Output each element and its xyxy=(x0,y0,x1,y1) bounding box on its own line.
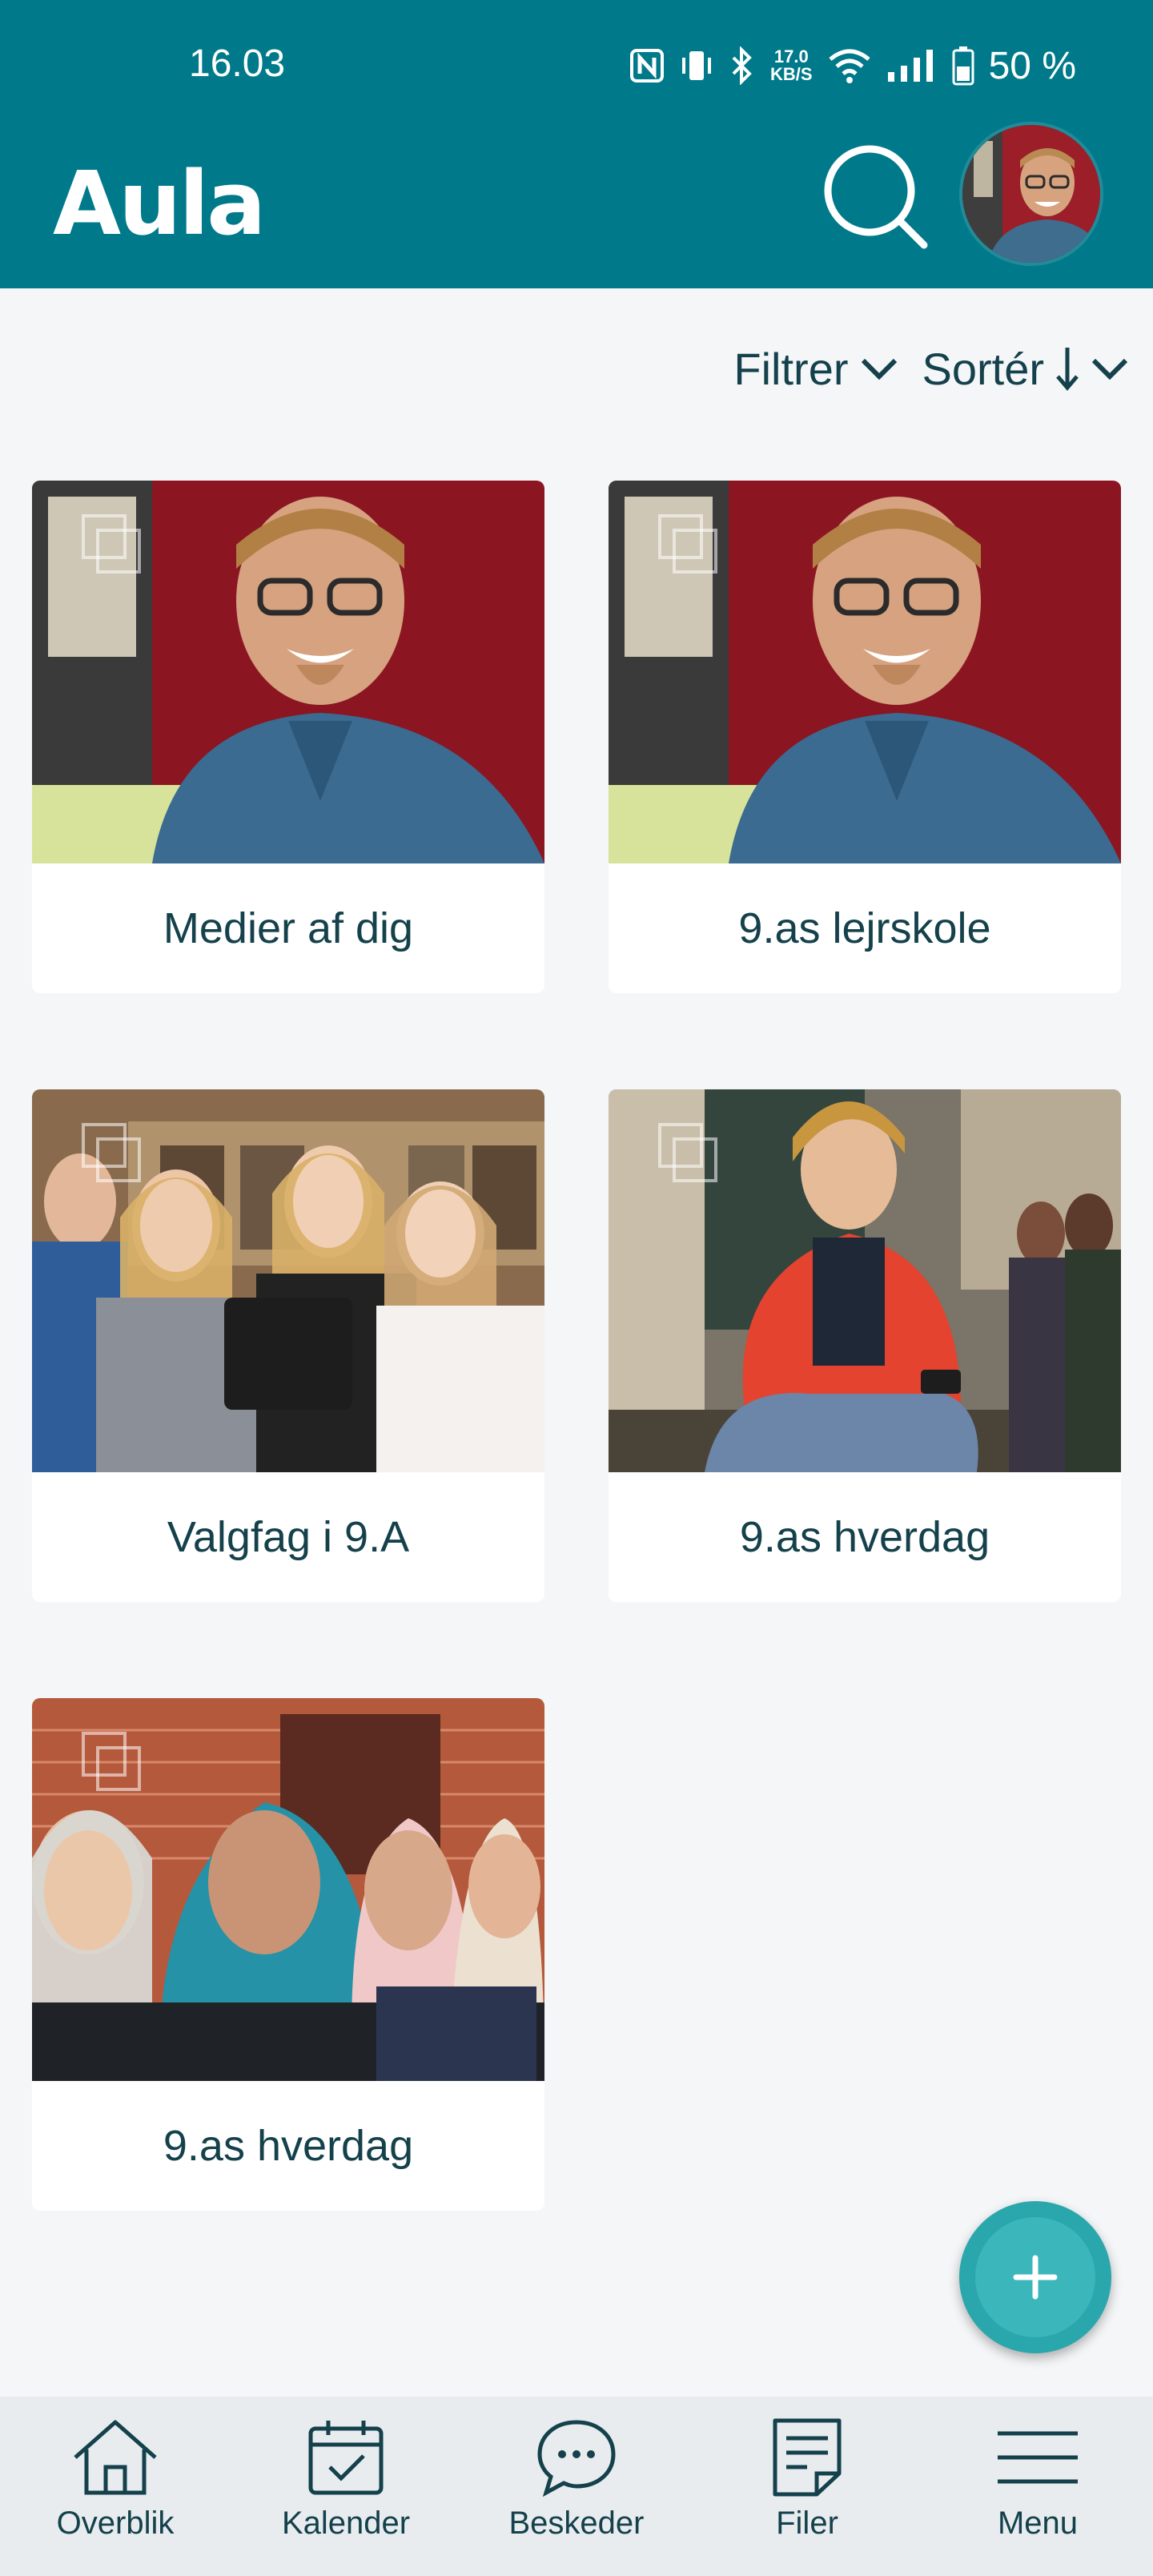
nav-item-menu[interactable]: Menu xyxy=(922,2397,1153,2576)
calendar-icon xyxy=(308,2421,384,2495)
sort-dropdown[interactable]: Sortér xyxy=(922,343,1130,395)
album-card[interactable]: 9.as hverdag xyxy=(32,1698,544,2211)
app-header: 16.03 17.0 KB/S 50 % Aula xyxy=(0,0,1153,288)
search-button[interactable] xyxy=(820,141,932,253)
nav-label: Overblik xyxy=(56,2506,175,2541)
avatar-photo xyxy=(962,125,1100,263)
search-icon xyxy=(824,145,928,249)
album-title: Valgfag i 9.A xyxy=(167,1513,410,1561)
wifi-icon xyxy=(828,49,870,83)
user-avatar[interactable] xyxy=(959,122,1103,266)
album-thumbnail xyxy=(609,1089,1121,1472)
nav-item-beskeder[interactable]: Beskeder xyxy=(461,2397,692,2576)
nfc-icon xyxy=(630,49,665,83)
album-title: 9.as hverdag xyxy=(739,1513,990,1561)
nav-item-kalender[interactable]: Kalender xyxy=(231,2397,461,2576)
network-speed: 17.0 KB/S xyxy=(770,46,813,84)
nav-label: Kalender xyxy=(281,2506,411,2541)
file-icon xyxy=(773,2418,842,2497)
bluetooth-icon xyxy=(732,46,752,85)
album-title: 9.as lejrskole xyxy=(738,904,991,952)
filter-sort-bar: Filtrer Sortér xyxy=(733,336,1129,400)
nav-label: Menu xyxy=(997,2506,1079,2541)
chat-icon xyxy=(537,2420,616,2498)
album-stack-icon xyxy=(82,514,141,574)
album-thumbnail xyxy=(32,1089,544,1472)
album-card[interactable]: 9.as lejrskole xyxy=(609,481,1121,993)
sort-label: Sortér xyxy=(922,343,1045,394)
status-time: 16.03 xyxy=(189,42,286,85)
album-overview-screen: 16.03 17.0 KB/S 50 % Aula Filtrer Sortér… xyxy=(0,0,1153,2576)
album-thumbnail xyxy=(609,481,1121,863)
chevron-down-icon xyxy=(1091,358,1128,380)
album-thumbnail xyxy=(32,481,544,863)
nav-item-overblik[interactable]: Overblik xyxy=(0,2397,231,2576)
nav-label: Filer xyxy=(776,2506,838,2541)
menu-icon xyxy=(998,2431,1078,2484)
fab-inner xyxy=(975,2217,1095,2337)
status-bar: 16.03 17.0 KB/S 50 % xyxy=(0,32,1153,104)
album-thumbnail xyxy=(32,1698,544,2081)
album-stack-icon xyxy=(658,514,717,574)
battery-percent: 50 % xyxy=(988,44,1076,87)
album-card[interactable]: Valgfag i 9.A xyxy=(32,1089,544,1602)
album-card[interactable]: Medier af dig xyxy=(32,481,544,993)
album-stack-icon xyxy=(82,1123,141,1182)
signal-icon xyxy=(887,50,933,82)
status-icons: 17.0 KB/S 50 % xyxy=(629,40,1076,91)
album-title: 9.as hverdag xyxy=(163,2122,414,2170)
filter-label: Filtrer xyxy=(733,343,849,394)
nav-label: Beskeder xyxy=(508,2506,645,2541)
bottom-navigation: Overblik Kalender Beskeder Filer Menu xyxy=(0,2397,1153,2576)
album-stack-icon xyxy=(658,1123,717,1182)
add-album-button[interactable] xyxy=(959,2201,1111,2353)
vibrate-icon xyxy=(682,51,712,80)
plus-icon xyxy=(1013,2255,1058,2300)
battery-icon xyxy=(952,46,974,86)
app-title: Aula xyxy=(53,152,266,255)
album-stack-icon xyxy=(82,1732,141,1791)
album-card[interactable]: 9.as hverdag xyxy=(609,1089,1121,1602)
album-title: Medier af dig xyxy=(163,904,414,952)
arrow-down-icon xyxy=(1056,348,1079,391)
home-icon xyxy=(74,2420,157,2495)
chevron-down-icon xyxy=(861,358,897,380)
nav-item-filer[interactable]: Filer xyxy=(692,2397,922,2576)
filter-dropdown[interactable]: Filtrer xyxy=(733,343,898,395)
